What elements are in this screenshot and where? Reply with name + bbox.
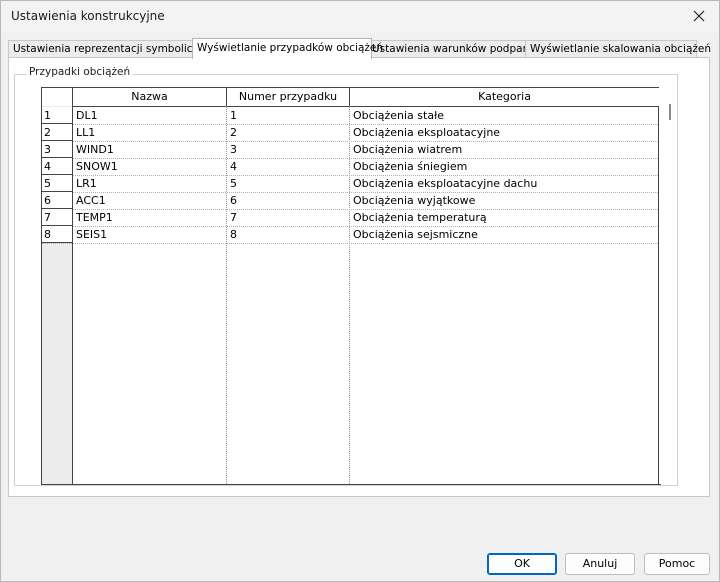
tab-strip: Ustawienia reprezentacji symbolicznej Wy… — [8, 38, 711, 59]
column-header-case-number[interactable]: Numer przypadku — [227, 88, 350, 106]
cell-name[interactable]: TEMP1 — [74, 209, 113, 226]
cell-name[interactable]: SEIS1 — [74, 226, 107, 243]
cell-case-number[interactable]: 5 — [228, 175, 237, 192]
close-icon — [693, 10, 705, 22]
tab-label: Wyświetlanie przypadków obciążeń — [197, 42, 384, 54]
cell-name[interactable]: ACC1 — [74, 192, 106, 209]
tab-load-cases-display[interactable]: Wyświetlanie przypadków obciążeń — [192, 38, 383, 59]
tab-load-scaling-display[interactable]: Wyświetlanie skalowania obciążeń — [525, 40, 711, 58]
table-header: Nazwa Numer przypadku Kategoria — [42, 88, 660, 107]
help-button[interactable]: Pomoc — [644, 553, 710, 575]
row-number: 4 — [42, 158, 72, 175]
table-row[interactable]: 8 SEIS1 8 Obciążenia sejsmiczne — [42, 226, 660, 244]
cell-case-number[interactable]: 8 — [228, 226, 237, 243]
load-cases-table[interactable]: Nazwa Numer przypadku Kategoria 1 DL1 1 … — [41, 87, 661, 485]
cell-category[interactable]: Obciążenia eksploatacyjne dachu — [351, 175, 537, 192]
cell-category[interactable]: Obciążenia temperaturą — [351, 209, 487, 226]
row-number: 7 — [42, 209, 72, 226]
tab-label: Ustawienia warunków podparcia — [372, 43, 542, 55]
cell-category[interactable]: Obciążenia eksploatacyjne — [351, 124, 500, 141]
tab-symbolic-representation[interactable]: Ustawienia reprezentacji symbolicznej — [8, 40, 214, 58]
tab-label: Wyświetlanie skalowania obciążeń — [530, 43, 712, 55]
cell-name[interactable]: LR1 — [74, 175, 97, 192]
row-number: 3 — [42, 141, 72, 158]
column-header-category[interactable]: Kategoria — [350, 88, 659, 106]
tab-boundary-conditions[interactable]: Ustawienia warunków podparcia — [367, 40, 542, 58]
close-button[interactable] — [679, 1, 719, 31]
scrollbar-thumb[interactable] — [669, 104, 671, 120]
table-row[interactable]: 2 LL1 2 Obciążenia eksploatacyjne — [42, 124, 660, 142]
cell-case-number[interactable]: 3 — [228, 141, 237, 158]
cell-case-number[interactable]: 4 — [228, 158, 237, 175]
table-scrollbar[interactable] — [659, 87, 677, 484]
row-number: 1 — [42, 107, 72, 124]
cell-category[interactable]: Obciążenia stałe — [351, 107, 444, 124]
table-row[interactable]: 4 SNOW1 4 Obciążenia śniegiem — [42, 158, 660, 176]
cell-category[interactable]: Obciążenia wyjątkowe — [351, 192, 475, 209]
cell-case-number[interactable]: 1 — [228, 107, 237, 124]
row-number: 5 — [42, 175, 72, 192]
ok-button[interactable]: OK — [487, 553, 557, 575]
cell-case-number[interactable]: 6 — [228, 192, 237, 209]
tab-label: Ustawienia reprezentacji symbolicznej — [13, 43, 215, 55]
table-row[interactable]: 5 LR1 5 Obciążenia eksploatacyjne dachu — [42, 175, 660, 193]
cell-category[interactable]: Obciążenia sejsmiczne — [351, 226, 478, 243]
row-number: 8 — [42, 226, 72, 243]
group-title: Przypadki obciążeń — [26, 66, 134, 78]
cell-name[interactable]: WIND1 — [74, 141, 114, 158]
row-number: 6 — [42, 192, 72, 209]
corner-cell — [42, 88, 73, 106]
cell-name[interactable]: DL1 — [74, 107, 98, 124]
title-bar: Ustawienia konstrukcyjne — [1, 1, 719, 33]
row-number: 2 — [42, 124, 72, 141]
cell-category[interactable]: Obciążenia śniegiem — [351, 158, 467, 175]
cell-name[interactable]: SNOW1 — [74, 158, 118, 175]
cell-category[interactable]: Obciążenia wiatrem — [351, 141, 462, 158]
table-row[interactable]: 7 TEMP1 7 Obciążenia temperaturą — [42, 209, 660, 227]
column-header-name[interactable]: Nazwa — [73, 88, 227, 106]
table-row[interactable]: 1 DL1 1 Obciążenia stałe — [42, 107, 660, 125]
table-row[interactable]: 3 WIND1 3 Obciążenia wiatrem — [42, 141, 660, 159]
cell-case-number[interactable]: 2 — [228, 124, 237, 141]
cell-case-number[interactable]: 7 — [228, 209, 237, 226]
table-row[interactable]: 6 ACC1 6 Obciążenia wyjątkowe — [42, 192, 660, 210]
cancel-button[interactable]: Anuluj — [565, 553, 635, 575]
cell-name[interactable]: LL1 — [74, 124, 95, 141]
window-title: Ustawienia konstrukcyjne — [11, 9, 165, 23]
